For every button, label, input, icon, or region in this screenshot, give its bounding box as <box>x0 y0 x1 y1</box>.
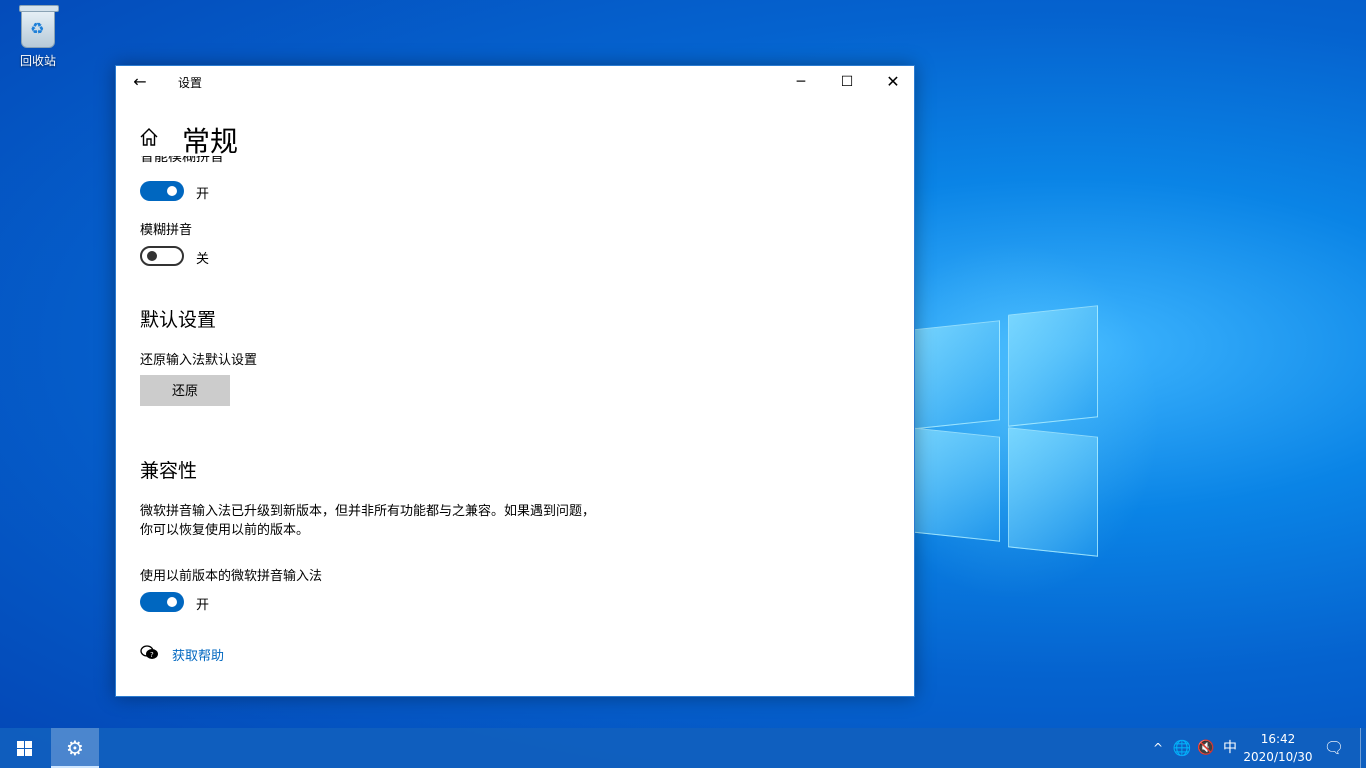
restore-button[interactable]: 还原 <box>140 375 230 406</box>
restore-defaults-label: 还原输入法默认设置 <box>140 353 258 368</box>
input-method-indicator[interactable]: 中 <box>1220 728 1240 768</box>
clock-date: 2020/10/30 <box>1243 750 1313 764</box>
legacy-ime-toggle[interactable] <box>140 592 184 612</box>
smart-fuzzy-pinyin-label: 智能模糊拼音 <box>140 156 224 165</box>
smart-fuzzy-pinyin-toggle[interactable] <box>140 181 184 201</box>
back-button[interactable]: ← <box>126 70 154 94</box>
network-icon[interactable]: 🌐 <box>1172 728 1192 768</box>
legacy-ime-label: 使用以前版本的微软拼音输入法 <box>140 569 323 584</box>
gear-icon: ⚙ <box>66 736 84 760</box>
fuzzy-pinyin-toggle[interactable] <box>140 246 184 266</box>
close-button[interactable]: ✕ <box>870 66 916 98</box>
page-title: 常规 <box>182 125 239 158</box>
compatibility-description: 微软拼音输入法已升级到新版本，但并非所有功能都与之兼容。如果遇到问题，你可以恢复… <box>140 504 596 538</box>
volume-muted-icon[interactable]: 🔇 <box>1196 728 1216 768</box>
maximize-button[interactable]: ☐ <box>824 66 870 98</box>
defaults-section-heading: 默认设置 <box>140 309 217 331</box>
home-icon[interactable] <box>138 126 160 148</box>
clock-time: 16:42 <box>1260 732 1296 746</box>
desktop-icon-label: 回收站 <box>19 54 56 68</box>
chat-help-icon: ? <box>140 645 158 659</box>
toggle-knob <box>167 186 177 196</box>
desktop-icon-recycle-bin[interactable]: ♻ 回收站 <box>10 5 66 69</box>
notification-center-icon[interactable]: 🗨 <box>1322 728 1346 768</box>
taskbar-settings-app[interactable]: ⚙ <box>51 728 99 768</box>
compatibility-section-heading: 兼容性 <box>140 460 198 482</box>
recycle-bin-icon: ♻ <box>19 5 59 48</box>
minimize-button[interactable]: ─ <box>778 66 824 98</box>
fuzzy-pinyin-label: 模糊拼音 <box>140 223 193 238</box>
taskbar: ⚙ ^ 🌐 🔇 中 16:42 2020/10/30 🗨 <box>0 728 1366 768</box>
legacy-ime-state: 开 <box>196 598 210 613</box>
toggle-knob <box>167 597 177 607</box>
smart-fuzzy-pinyin-state: 开 <box>196 187 210 202</box>
show-hidden-icons-chevron-icon[interactable]: ^ <box>1148 728 1168 768</box>
windows-logo-icon <box>17 741 32 756</box>
fuzzy-pinyin-state: 关 <box>196 252 210 267</box>
toggle-knob <box>147 251 157 261</box>
window-title: 设置 <box>178 76 203 90</box>
settings-content: 智能模糊拼音 开 模糊拼音 关 默认设置 还原输入法默认设置 还原 兼容性 微软… <box>140 156 880 686</box>
wallpaper-windows-logo <box>910 300 1100 560</box>
taskbar-clock[interactable]: 16:42 2020/10/30 <box>1240 730 1316 766</box>
settings-window: ← 设置 ─ ☐ ✕ 常规 智能模糊拼音 开 模糊拼音 关 默认设置 还原输入法… <box>115 65 915 697</box>
show-desktop-button[interactable] <box>1360 728 1361 768</box>
start-button[interactable] <box>0 728 48 768</box>
svg-text:?: ? <box>150 651 154 659</box>
get-help-link[interactable]: 获取帮助 <box>172 645 224 664</box>
title-bar[interactable]: ← 设置 ─ ☐ ✕ <box>116 66 914 98</box>
